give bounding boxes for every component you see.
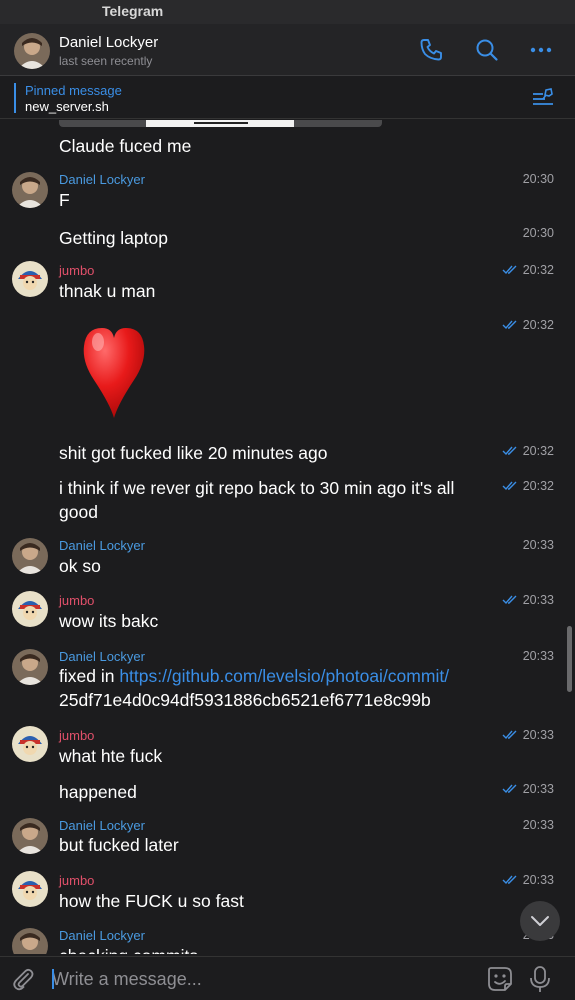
more-button[interactable] — [527, 36, 555, 64]
app-title: Telegram — [102, 3, 164, 19]
sender-name[interactable]: Daniel Lockyer — [59, 538, 145, 553]
window-titlebar: Telegram — [0, 0, 575, 24]
previous-image-preview[interactable] — [59, 120, 382, 127]
read-ticks-icon — [502, 595, 517, 605]
message-time: 20:33 — [522, 818, 554, 832]
microphone-icon — [530, 966, 550, 992]
sender-name[interactable]: jumbo — [59, 873, 94, 888]
message-text: but fucked later — [59, 835, 179, 855]
message-time: 20:32 — [522, 318, 554, 332]
avatar[interactable] — [12, 172, 48, 208]
message-text: checking commits — [59, 944, 198, 954]
message-text-line1: i think if we rever git repo back to 30 … — [59, 478, 455, 498]
message-text-prefix: fixed in — [59, 666, 120, 686]
scroll-to-bottom-button[interactable] — [520, 901, 560, 941]
contact-name: Daniel Lockyer — [59, 34, 159, 51]
sender-name[interactable]: Daniel Lockyer — [59, 172, 145, 187]
read-ticks-icon — [502, 265, 517, 275]
pinned-accent-bar — [14, 83, 16, 113]
message-text: Getting laptop — [59, 228, 168, 248]
pinned-text: new_server.sh — [25, 99, 109, 114]
message-text: thnak u man — [59, 281, 156, 301]
message-time: 20:32 — [522, 479, 554, 493]
message-time: 20:32 — [522, 263, 554, 277]
phone-icon — [420, 39, 442, 61]
pin-list-icon — [533, 88, 553, 105]
commit-link-line2[interactable]: 25df71e4d0c94df5931886cb6521ef6771e8c99b — [59, 688, 431, 712]
call-button[interactable] — [417, 36, 445, 64]
avatar[interactable] — [12, 591, 48, 627]
message-time: 20:33 — [522, 593, 554, 607]
avatar[interactable] — [12, 261, 48, 297]
sticker-icon — [488, 967, 512, 991]
read-ticks-icon — [502, 875, 517, 885]
avatar[interactable] — [12, 818, 48, 854]
sender-name[interactable]: Daniel Lockyer — [59, 818, 145, 833]
message-time: 20:33 — [522, 782, 554, 796]
message-text: fixed in https://github.com/levelsio/pho… — [59, 664, 449, 688]
chat-header[interactable]: Daniel Lockyer last seen recently — [0, 24, 575, 76]
avatar[interactable] — [12, 871, 48, 907]
read-ticks-icon — [502, 446, 517, 456]
message-text: what hte fuck — [59, 746, 163, 766]
pinned-title: Pinned message — [25, 83, 122, 98]
avatar[interactable] — [12, 538, 48, 574]
message-time: 20:33 — [522, 873, 554, 887]
commit-link[interactable]: https://github.com/levelsio/photoai/comm… — [119, 666, 449, 686]
message-time: 20:32 — [522, 444, 554, 458]
message-text-line2: good — [59, 502, 98, 522]
pinned-message-bar[interactable]: Pinned message new_server.sh — [0, 77, 575, 119]
read-ticks-icon — [502, 784, 517, 794]
search-button[interactable] — [473, 36, 501, 64]
paperclip-icon — [13, 968, 34, 991]
voice-message-button[interactable] — [528, 965, 552, 993]
read-ticks-icon — [502, 481, 517, 491]
heart-emoji-icon[interactable] — [80, 324, 148, 420]
text-cursor — [52, 969, 54, 989]
more-icon — [530, 47, 552, 53]
message-text: happened — [59, 782, 137, 802]
message-text: F — [59, 190, 70, 210]
message-text: how the FUCK u so fast — [59, 891, 244, 911]
sender-name[interactable]: jumbo — [59, 263, 94, 278]
sender-name[interactable]: Daniel Lockyer — [59, 649, 145, 664]
scrollbar-thumb[interactable] — [567, 626, 572, 692]
search-icon — [476, 39, 498, 61]
sticker-button[interactable] — [486, 965, 514, 993]
sender-name[interactable]: Daniel Lockyer — [59, 928, 145, 943]
sender-name[interactable]: jumbo — [59, 593, 94, 608]
message-composer — [0, 956, 575, 1000]
avatar[interactable] — [12, 928, 48, 954]
message-time: 20:30 — [522, 172, 554, 186]
message-time: 20:33 — [522, 728, 554, 742]
message-input[interactable] — [52, 967, 472, 991]
read-ticks-icon — [502, 320, 517, 330]
avatar[interactable] — [12, 726, 48, 762]
message-text: Claude fuced me — [59, 136, 192, 156]
attach-button[interactable] — [10, 966, 36, 992]
pinned-list-button[interactable] — [531, 86, 555, 110]
sender-name[interactable]: jumbo — [59, 728, 94, 743]
message-text: wow its bakc — [59, 611, 159, 631]
message-list[interactable]: Claude fuced me Daniel Lockyer 20:30 F 2… — [0, 120, 575, 954]
read-ticks-icon — [502, 730, 517, 740]
message-time: 20:30 — [522, 226, 554, 240]
contact-status: last seen recently — [59, 54, 153, 68]
message-text: shit got fucked like 20 minutes ago — [59, 443, 328, 463]
message-text: ok so — [59, 556, 101, 576]
avatar[interactable] — [14, 33, 50, 69]
message-time: 20:33 — [522, 649, 554, 663]
chevron-down-icon — [531, 916, 549, 926]
avatar[interactable] — [12, 649, 48, 685]
message-time: 20:33 — [522, 538, 554, 552]
